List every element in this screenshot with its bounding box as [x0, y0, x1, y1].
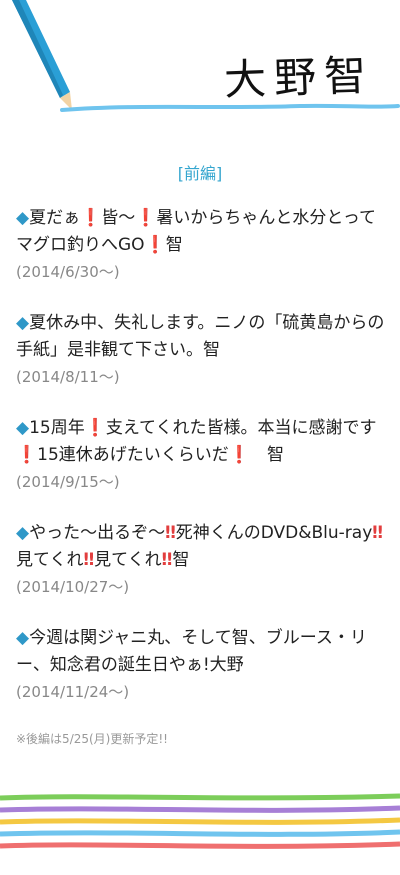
diamond-icon: ◆	[16, 313, 30, 333]
double-exclamation-icon: ‼	[83, 550, 95, 570]
entry-text: ◆今週は関ジャニ丸、そして智、ブルース・リー、知念君の誕生日やぁ!大野	[16, 628, 367, 675]
decorative-stripes	[0, 793, 400, 849]
exclamation-icon: ❗	[144, 235, 166, 255]
list-item: ◆夏休み中、失礼します。ニノの「硫黄島からの手紙」是非観て下さい。智 (2014…	[16, 310, 386, 387]
entry-date: (2014/11/24〜)	[16, 683, 130, 701]
exclamation-icon: ❗	[228, 445, 250, 465]
entry-date: (2014/10/27〜)	[16, 578, 130, 596]
entry-text: ◆15周年❗支えてくれた皆様。本当に感謝です❗15連休あげたいくらいだ❗ 智	[16, 418, 377, 465]
entry-text: ◆やった〜出るぞ〜‼死神くんのDVD&Blu-ray‼見てくれ‼見てくれ‼智	[16, 523, 383, 570]
diamond-icon: ◆	[16, 628, 30, 648]
list-item: ◆15周年❗支えてくれた皆様。本当に感謝です❗15連休あげたいくらいだ❗ 智 (…	[16, 415, 386, 492]
title-underline	[60, 103, 400, 112]
exclamation-icon: ❗	[80, 208, 102, 228]
entry-date: (2014/9/15〜)	[16, 473, 120, 491]
exclamation-icon: ❗	[16, 445, 38, 465]
exclamation-icon: ❗	[84, 418, 106, 438]
list-item: ◆今週は関ジャニ丸、そして智、ブルース・リー、知念君の誕生日やぁ!大野 (201…	[16, 625, 386, 702]
entry-text: ◆夏だぁ❗皆〜❗暑いからちゃんと水分とってマグロ釣りへGO❗智	[16, 208, 377, 255]
entry-date: (2014/6/30〜)	[16, 263, 120, 281]
double-exclamation-icon: ‼	[165, 523, 176, 543]
list-item: ◆やった〜出るぞ〜‼死神くんのDVD&Blu-ray‼見てくれ‼見てくれ‼智 (…	[16, 520, 386, 597]
page-title: 大野智	[223, 50, 375, 105]
entry-text: ◆夏休み中、失礼します。ニノの「硫黄島からの手紙」是非観て下さい。智	[16, 313, 385, 360]
diamond-icon: ◆	[16, 523, 30, 543]
exclamation-icon: ❗	[135, 208, 157, 228]
message-list: ◆夏だぁ❗皆〜❗暑いからちゃんと水分とってマグロ釣りへGO❗智 (2014/6/…	[16, 205, 386, 730]
entry-date: (2014/8/11〜)	[16, 368, 120, 386]
diamond-icon: ◆	[16, 208, 30, 228]
header: 大野智	[0, 0, 400, 130]
list-item: ◆夏だぁ❗皆〜❗暑いからちゃんと水分とってマグロ釣りへGO❗智 (2014/6/…	[16, 205, 386, 282]
section-label: [前編]	[177, 164, 223, 183]
diamond-icon: ◆	[16, 418, 30, 438]
double-exclamation-icon: ‼	[161, 550, 173, 570]
update-note: ※後編は5/25(月)更新予定!!	[16, 732, 168, 746]
double-exclamation-icon: ‼	[372, 523, 383, 543]
